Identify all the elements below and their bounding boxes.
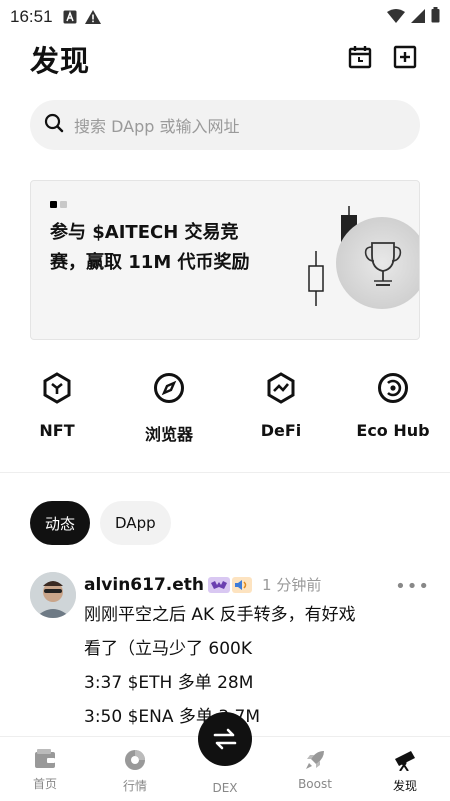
- post-time: 1 分钟前: [262, 576, 322, 594]
- quick-action-nft[interactable]: NFT: [7, 368, 107, 440]
- eco-hub-icon: [373, 368, 413, 408]
- page-title: 发现: [30, 44, 91, 78]
- nav-home[interactable]: 首页: [0, 737, 90, 801]
- nav-label: Boost: [298, 777, 332, 791]
- cellular-icon: [411, 8, 425, 27]
- dex-swap-button[interactable]: [198, 712, 252, 766]
- calendar-button[interactable]: [347, 44, 373, 70]
- more-options-icon[interactable]: •••: [395, 576, 430, 597]
- promo-banner[interactable]: 参与 $AITECH 交易竞赛，赢取 11M 代币奖励: [30, 180, 420, 340]
- post-line: 3:50 $ENA 多单 3.7M: [84, 707, 260, 727]
- carousel-indicator: [50, 201, 67, 208]
- search-bar[interactable]: 搜索 DApp 或输入网址: [30, 100, 420, 150]
- section-divider: [0, 472, 450, 473]
- telescope-icon: [395, 751, 415, 771]
- nav-label: 首页: [32, 777, 57, 791]
- nav-label: DEX: [212, 781, 238, 795]
- speaker-badge-icon: [232, 576, 253, 593]
- battery-icon: [431, 7, 440, 27]
- app-notification-icon: [63, 10, 77, 24]
- market-icon: [125, 750, 145, 770]
- carousel-dot-active: [50, 201, 57, 208]
- search-icon: [44, 113, 64, 137]
- bat-badge-icon: [208, 576, 231, 593]
- nft-icon: [37, 368, 77, 408]
- calendar-icon: [348, 46, 372, 69]
- nav-market[interactable]: 行情: [90, 737, 180, 801]
- swap-icon: [213, 728, 237, 750]
- nav-discover[interactable]: 发现: [360, 737, 450, 801]
- nav-label: 行情: [122, 779, 147, 793]
- tab-dapp[interactable]: DApp: [100, 501, 171, 545]
- avatar[interactable]: [30, 572, 76, 618]
- candlestick-trophy-illustration: [308, 206, 419, 309]
- wallet-icon: [35, 749, 55, 768]
- quick-action-label: Eco Hub: [356, 421, 430, 440]
- post-content: 刚刚平空之后 AK 反手转多，有好戏 看了（立马少了 600K 3:37 $ET…: [84, 598, 424, 734]
- post-line: 看了（立马少了 600K: [84, 639, 252, 659]
- compass-icon: [149, 368, 189, 408]
- post-header: alvin617.eth 1 分钟前: [84, 574, 424, 595]
- rocket-icon: [306, 751, 324, 769]
- defi-icon: [261, 368, 301, 408]
- tab-feed[interactable]: 动态: [30, 501, 91, 545]
- status-bar: 16:51: [0, 0, 450, 34]
- quick-action-label: 浏览器: [144, 425, 193, 444]
- user-badges: [208, 576, 253, 594]
- nav-boost[interactable]: Boost: [270, 737, 360, 801]
- status-time: 16:51: [10, 7, 53, 26]
- header: 发现: [0, 34, 450, 80]
- add-button[interactable]: [392, 44, 418, 70]
- quick-action-label: DeFi: [260, 421, 302, 440]
- quick-actions: NFT 浏览器 DeFi Eco Hub: [0, 368, 450, 448]
- quick-action-label: NFT: [39, 421, 75, 440]
- carousel-dot: [60, 201, 67, 208]
- quick-action-eco-hub[interactable]: Eco Hub: [343, 368, 443, 440]
- post-username[interactable]: alvin617.eth: [84, 575, 204, 595]
- nav-label: 发现: [392, 779, 417, 793]
- search-placeholder: 搜索 DApp 或输入网址: [74, 117, 240, 136]
- quick-action-browser[interactable]: 浏览器: [119, 368, 219, 445]
- add-icon: [393, 45, 417, 69]
- quick-action-defi[interactable]: DeFi: [231, 368, 331, 440]
- wifi-icon: [387, 8, 405, 27]
- feed-tabs: 动态 DApp: [30, 501, 171, 545]
- banner-text: 参与 $AITECH 交易竞赛，赢取 11M 代币奖励: [50, 222, 250, 273]
- post-line: 刚刚平空之后 AK 反手转多，有好戏: [84, 605, 356, 625]
- post-line: 3:37 $ETH 多单 28M: [84, 673, 254, 693]
- warning-icon: [84, 10, 101, 24]
